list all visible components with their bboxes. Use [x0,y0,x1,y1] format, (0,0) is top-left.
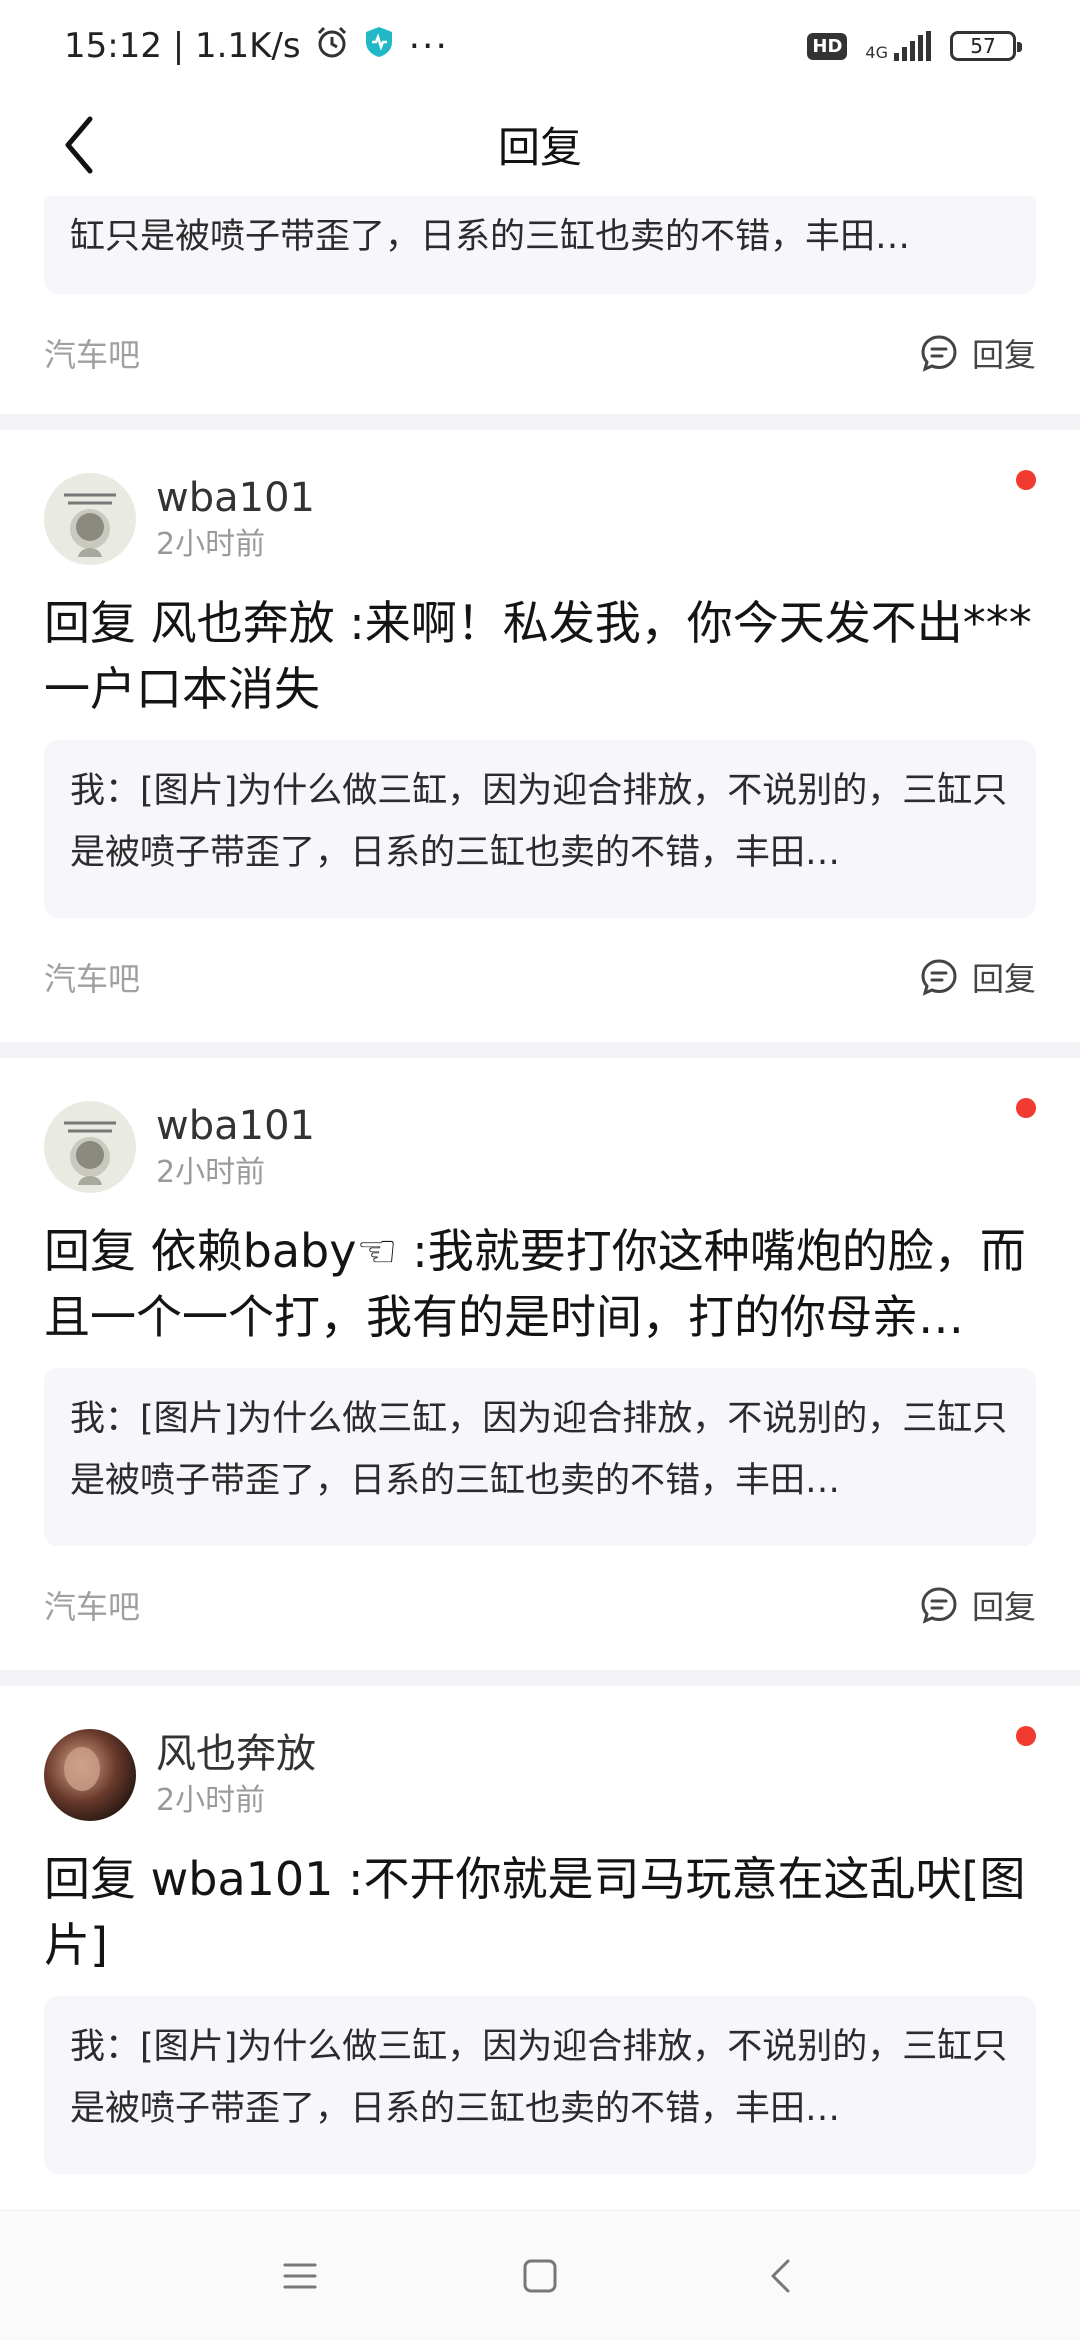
reply-text[interactable]: 回复 wba101 :不开你就是司马玩意在这乱吠[图片] [44,1846,1036,1978]
back-button[interactable] [44,110,114,180]
quote-box[interactable]: 我：[图片]为什么做三缸，因为迎合排放，不说别的，三缸只是被喷子带歪了，日系的三… [44,1368,1036,1546]
avatar[interactable] [44,1101,136,1193]
quote-text: 我：[图片]为什么做三缸，因为迎合排放，不说别的，三缸只是被喷子带歪了，日系的三… [70,771,1008,873]
post-time: 2小时前 [156,1155,266,1190]
reply-label: 回复 [971,960,1036,998]
quote-text: 我：[图片]为什么做三缸，因为迎合排放，不说别的，三缸只是被喷子带歪了，日系的三… [70,2027,1008,2129]
comment-icon [921,959,957,996]
reply-label: 回复 [971,336,1036,374]
forum-name[interactable]: 汽车吧 [44,954,140,1000]
time-speed: 15:12 | 1.1K/s [64,26,301,66]
card-footer: 汽车吧 回复 [44,294,1036,412]
quote-text: 我：[图片]为什么做三缸，因为迎合排放，不说别的，三缸只是被喷子带歪了，日系的三… [70,1399,1008,1501]
menu-button[interactable] [270,2246,330,2306]
author-info: 风也奔放 2小时前 [156,1728,316,1822]
status-left: 15:12 | 1.1K/s ··· [64,25,449,68]
quote-box[interactable]: 缸只是被喷子带歪了，日系的三缸也卖的不错，丰田… [44,196,1036,294]
home-square-icon [523,2259,557,2292]
reply-card-partial[interactable]: 缸只是被喷子带歪了，日系的三缸也卖的不错，丰田… 汽车吧 回复 [0,196,1080,414]
author-name[interactable]: wba101 [156,1100,315,1152]
status-right: HD 4G 57 [807,31,1022,61]
reply-text[interactable]: 回复 依赖baby☜ :我就要打你这种嘴炮的脸，而且一个一个打，我有的是时间，打… [44,1218,1036,1350]
card-footer: 汽车吧 回复 [44,1546,1036,1664]
reply-card[interactable]: wba101 2小时前 回复 依赖baby☜ :我就要打你这种嘴炮的脸，而且一个… [0,1058,1080,1670]
reply-button[interactable]: 回复 [920,954,1036,1000]
status-bar: 15:12 | 1.1K/s ··· HD 4G 57 [0,0,1080,92]
back-arrow-icon [65,116,93,174]
signal-group: 4G [865,31,932,61]
author-info: wba101 2小时前 [156,1100,315,1194]
more-status: ··· [408,25,449,67]
avatar[interactable] [44,473,136,565]
quote-box[interactable]: 我：[图片]为什么做三缸，因为迎合排放，不说别的，三缸只是被喷子带歪了，日系的三… [44,1996,1036,2174]
avatar[interactable] [44,1729,136,1821]
post-time: 2小时前 [156,1783,266,1818]
hd-badge: HD [807,32,848,60]
author-name[interactable]: wba101 [156,472,315,524]
network-type: 4G [865,43,888,62]
reply-card[interactable]: wba101 2小时前 回复 风也奔放 :来啊！私发我，你今天发不出***一户口… [0,430,1080,1042]
page-title: 回复 [497,122,582,172]
comment-icon [921,335,957,372]
reply-text[interactable]: 回复 风也奔放 :来啊！私发我，你今天发不出***一户口本消失 [44,590,1036,722]
menu-icon [283,2263,317,2288]
system-nav-bar [0,2210,1080,2340]
post-time: 2小时前 [156,527,266,562]
author-name[interactable]: 风也奔放 [156,1728,316,1780]
card-footer: 汽车吧 回复 [44,918,1036,1036]
system-back-button[interactable] [750,2246,810,2306]
forum-name[interactable]: 汽车吧 [44,330,140,376]
chevron-left-icon [771,2259,790,2292]
comment-icon [921,1587,957,1624]
unread-dot [1016,1098,1036,1118]
home-button[interactable] [510,2246,570,2306]
reply-card[interactable]: 风也奔放 2小时前 回复 wba101 :不开你就是司马玩意在这乱吠[图片] 我… [0,1686,1080,2210]
forum-name[interactable]: 汽车吧 [44,1582,140,1628]
unread-dot [1016,470,1036,490]
author-info: wba101 2小时前 [156,472,315,566]
battery-icon: 57 [950,31,1022,61]
author-row: 风也奔放 2小时前 [44,1720,1036,1830]
author-row: wba101 2小时前 [44,1092,1036,1202]
reply-list[interactable]: 缸只是被喷子带歪了，日系的三缸也卖的不错，丰田… 汽车吧 回复 wba101 2… [0,196,1080,2210]
quote-text: 缸只是被喷子带歪了，日系的三缸也卖的不错，丰田… [70,217,911,257]
quote-box[interactable]: 我：[图片]为什么做三缸，因为迎合排放，不说别的，三缸只是被喷子带歪了，日系的三… [44,740,1036,918]
reply-label: 回复 [971,1588,1036,1626]
reply-button[interactable]: 回复 [920,1582,1036,1628]
nav-bar: 回复 [0,92,1080,196]
author-row: wba101 2小时前 [44,464,1036,574]
reply-button[interactable]: 回复 [920,330,1036,376]
unread-dot [1016,1726,1036,1746]
shield-app-icon [363,25,395,68]
signal-icon [894,31,931,61]
alarm-icon [315,25,349,68]
